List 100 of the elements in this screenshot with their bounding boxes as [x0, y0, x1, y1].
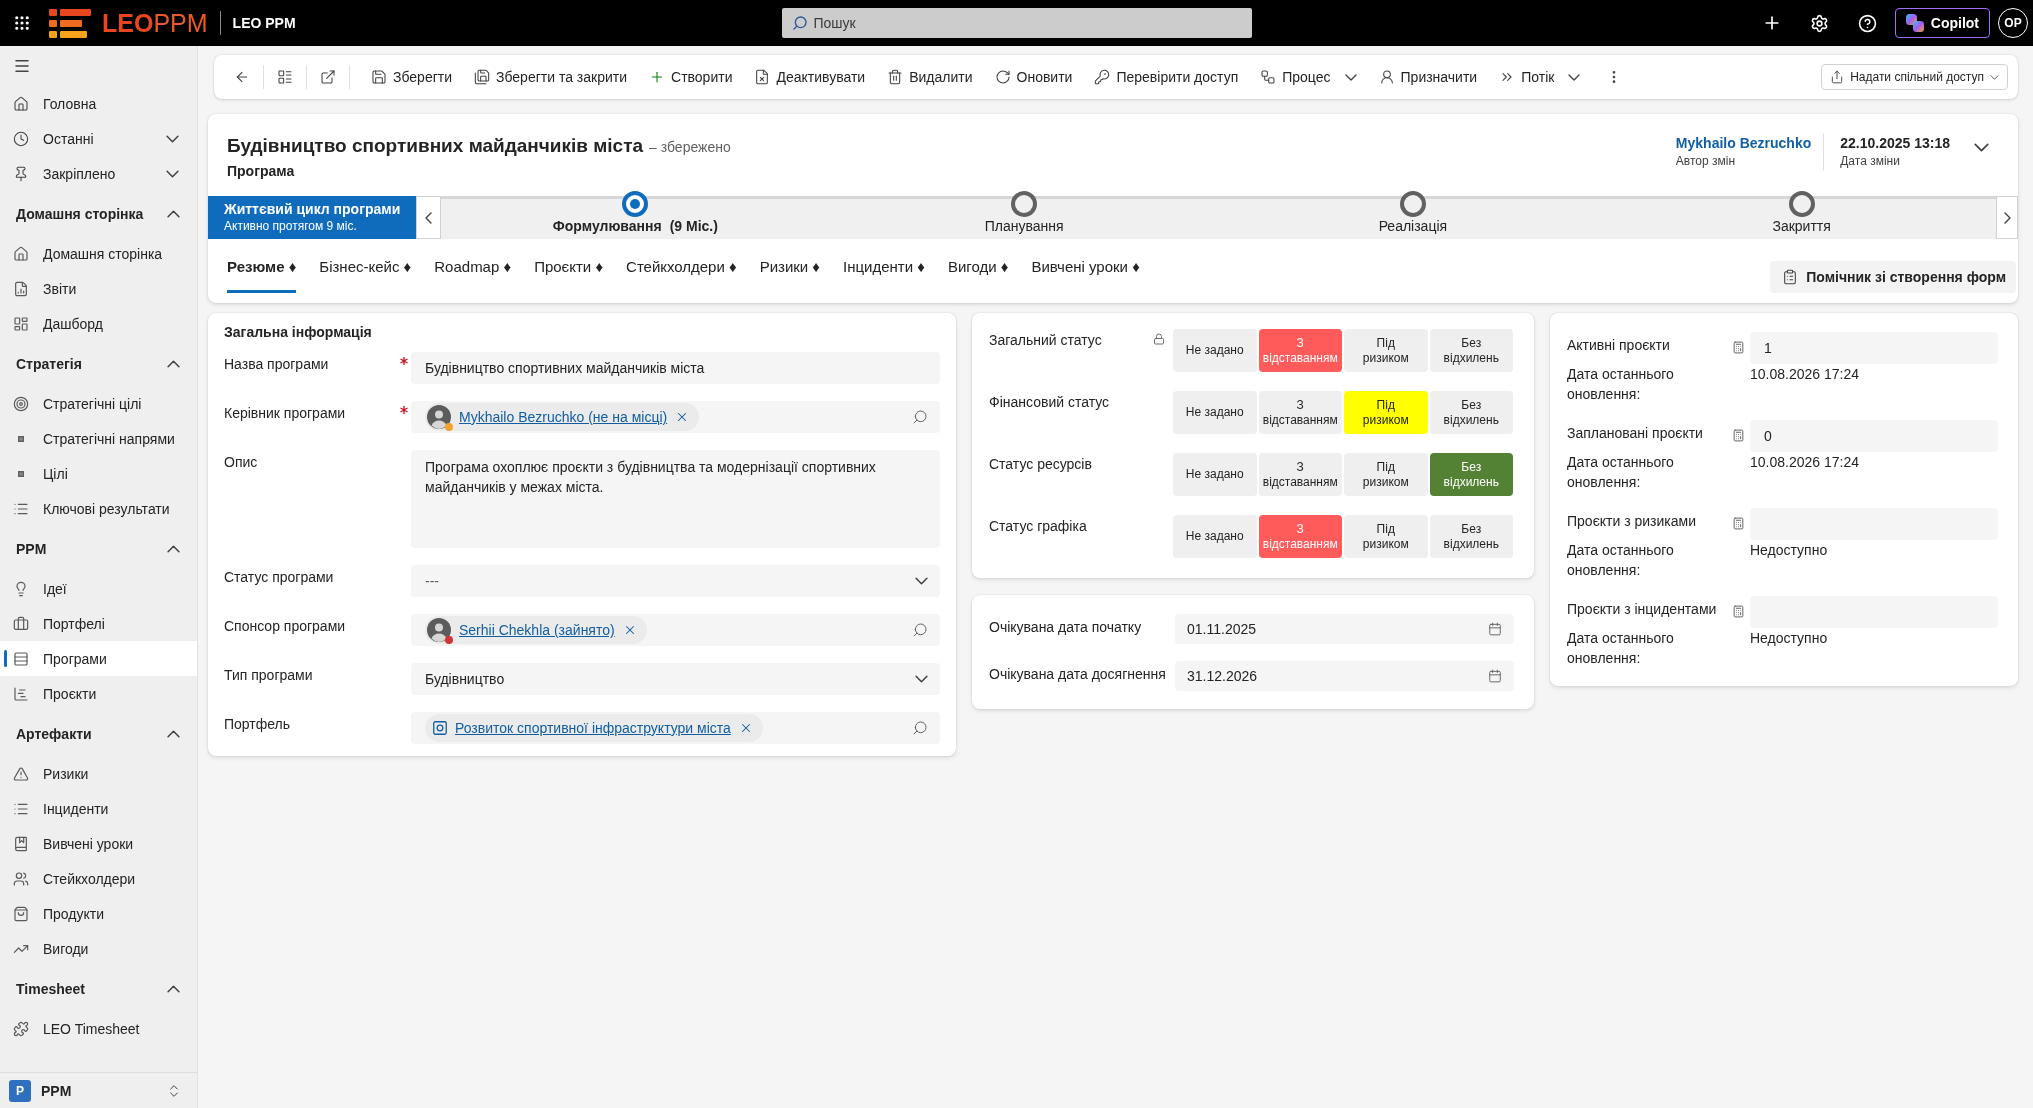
nav-item[interactable]: Ключові результати [0, 491, 197, 526]
date-field[interactable]: 31.12.2026 [1175, 661, 1514, 691]
tab[interactable]: Roadmap ♦ [434, 239, 512, 293]
section-header[interactable]: Стратегія [0, 341, 197, 386]
save-and-close-button[interactable]: Зберегти та закрити [466, 61, 636, 93]
new-button[interactable]: Створити [641, 61, 741, 93]
lookup-field[interactable]: Mykhailo Bezruchko (не на місці) [411, 401, 940, 433]
tab[interactable]: Вигоди ♦ [947, 239, 1009, 293]
nav-item[interactable]: Ризики [0, 756, 197, 791]
nav-item[interactable]: Портфелі [0, 606, 197, 641]
save-button[interactable]: Зберегти [363, 61, 460, 93]
calculator-icon[interactable] [1732, 429, 1745, 442]
nav-item[interactable]: Стратегічні цілі [0, 386, 197, 421]
owner-link[interactable]: Mykhailo Bezruchko [1675, 133, 1812, 153]
select-field[interactable]: Будівництво [411, 663, 940, 695]
status-option[interactable]: З відставанням [1258, 391, 1342, 434]
status-option[interactable]: Без відхилень [1429, 453, 1513, 496]
home-icon [13, 95, 29, 112]
form-list-icon[interactable] [277, 69, 293, 85]
calculator-icon[interactable] [1732, 605, 1745, 618]
nav-item[interactable]: Стейкхолдери [0, 861, 197, 896]
nav-item[interactable]: Продукти [0, 896, 197, 931]
status-option[interactable]: Не задано [1173, 515, 1257, 558]
status-option[interactable]: Під ризиком [1344, 329, 1428, 372]
status-option[interactable]: Не задано [1173, 453, 1257, 496]
area-switcher[interactable]: P PPM [0, 1072, 197, 1108]
nav-item[interactable]: Дашборд [0, 306, 197, 341]
calendar-icon[interactable] [1488, 622, 1502, 636]
section-header[interactable]: Timesheet [0, 966, 197, 1011]
refresh-button[interactable]: Оновити [986, 61, 1081, 93]
status-option[interactable]: Без відхилень [1429, 329, 1513, 372]
nav-item[interactable]: Проєкти [0, 676, 197, 711]
nav-item[interactable]: Інциденти [0, 791, 197, 826]
status-option[interactable]: Під ризиком [1344, 453, 1428, 496]
tab[interactable]: Стейкхолдери ♦ [626, 239, 737, 293]
search-icon[interactable] [912, 720, 928, 736]
app-launcher-icon[interactable] [13, 14, 31, 32]
nav-item[interactable]: Звіти [0, 271, 197, 306]
lookup-field[interactable]: Serhii Chekhla (зайнято) [411, 614, 940, 646]
select-field[interactable]: --- [411, 565, 940, 597]
share-button[interactable]: Надати спільний доступ [1821, 64, 2008, 90]
stage-marker-icon[interactable] [622, 191, 649, 217]
tab[interactable]: Резюме ♦ [227, 239, 297, 293]
nav-item[interactable]: Закріплено [0, 156, 197, 191]
search-icon[interactable] [912, 622, 928, 638]
record-link[interactable]: Розвиток спортивної інфраструктури міста [455, 718, 731, 738]
tab[interactable]: Ризики ♦ [759, 239, 821, 293]
check-access-button[interactable]: Перевірити доступ [1086, 61, 1247, 93]
section-header[interactable]: Артефакти [0, 711, 197, 756]
calculator-icon[interactable] [1732, 341, 1745, 354]
form-helper-button[interactable]: Помічник зі створення форм [1770, 261, 2016, 293]
nav-item[interactable]: Програми [0, 641, 197, 676]
tab[interactable]: Інциденти ♦ [843, 239, 925, 293]
user-avatar[interactable]: OP [1998, 8, 2028, 38]
date-field[interactable]: 01.11.2025 [1175, 614, 1514, 644]
expand-chevron-icon[interactable] [1974, 143, 1989, 152]
nav-item[interactable]: Головна [0, 86, 197, 121]
status-option[interactable]: З відставанням [1258, 453, 1342, 496]
delete-button[interactable]: Видалити [879, 61, 981, 93]
nav-item[interactable]: Ідеї [0, 571, 197, 606]
settings-icon[interactable] [1810, 13, 1830, 33]
calculator-icon[interactable] [1732, 517, 1745, 530]
nav-item[interactable]: Стратегічні напрями [0, 421, 197, 456]
copilot-button[interactable]: Copilot [1894, 8, 1990, 38]
stage-marker-icon[interactable] [1399, 191, 1426, 217]
status-option[interactable]: Без відхилень [1429, 391, 1513, 434]
status-option[interactable]: Не задано [1173, 391, 1257, 434]
status-option[interactable]: Під ризиком [1344, 515, 1428, 558]
deactivate-button[interactable]: Деактивувати [746, 61, 874, 93]
person-link[interactable]: Serhii Chekhla (зайнято) [459, 620, 615, 640]
nav-item[interactable]: Вивчені уроки [0, 826, 197, 861]
search-field[interactable]: Пошук [781, 8, 1252, 38]
status-option[interactable]: Під ризиком [1344, 391, 1428, 434]
section-header[interactable]: PPM [0, 526, 197, 571]
stage-marker-icon[interactable] [1788, 191, 1815, 217]
flow-button[interactable]: Потік [1491, 61, 1589, 93]
nav-item[interactable]: LEO Timesheet [0, 1011, 197, 1046]
popout-icon[interactable] [320, 69, 336, 85]
tab[interactable]: Проєкти ♦ [534, 239, 604, 293]
status-option[interactable]: Без відхилень [1429, 515, 1513, 558]
nav-item[interactable]: Вигоди [0, 931, 197, 966]
person-link[interactable]: Mykhailo Bezruchko (не на місці) [459, 407, 668, 427]
nav-item[interactable]: Домашня сторінка [0, 236, 197, 271]
calendar-icon[interactable] [1488, 669, 1502, 683]
lookup-field[interactable]: Розвиток спортивної інфраструктури міста [411, 712, 940, 744]
assign-button[interactable]: Призначити [1370, 61, 1486, 93]
description-field[interactable]: Програма охоплює проєкти з будівництва та модернізації спортивних майданчиків у межах міста. [411, 450, 940, 548]
tab[interactable]: Бізнес-кейс ♦ [319, 239, 412, 293]
process-flag[interactable]: Життєвий цикл програми Активно протягом 9 міс. [208, 196, 416, 239]
help-icon[interactable] [1858, 13, 1878, 33]
menu-icon[interactable] [13, 57, 31, 75]
stage-marker-icon[interactable] [1011, 191, 1038, 217]
search-icon[interactable] [912, 409, 928, 425]
section-header[interactable]: Домашня сторінка [0, 191, 197, 236]
text-field[interactable]: Будівництво спортивних майданчиків міста [411, 352, 940, 384]
nav-item[interactable]: Останні [0, 121, 197, 156]
status-option[interactable]: Не задано [1173, 329, 1257, 372]
tab[interactable]: Вивчені уроки ♦ [1031, 239, 1140, 293]
nav-item[interactable]: Цілі [0, 456, 197, 491]
process-button[interactable]: Процес [1252, 61, 1365, 93]
